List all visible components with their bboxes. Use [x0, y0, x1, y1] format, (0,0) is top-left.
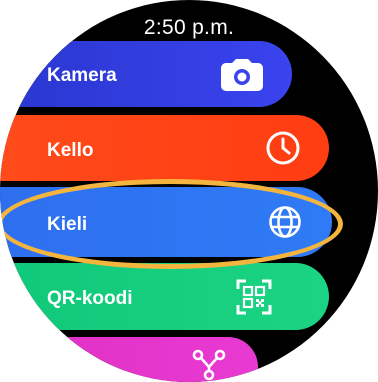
camera-icon [220, 57, 264, 93]
app-label-kello: Kello [47, 140, 94, 161]
app-tile-kieli[interactable]: Kieli [0, 187, 332, 257]
app-label-kieli: Kieli [47, 214, 88, 235]
status-time: 2:50 p.m. [143, 16, 235, 39]
app-tile-share[interactable] [0, 337, 258, 382]
app-label-qr-koodi: QR-koodi [47, 288, 133, 309]
watch-screen: 2:50 p.m. Kamera Kello Kieli QR-koodi [0, 0, 378, 382]
clock-icon [265, 130, 301, 166]
app-label-kamera: Kamera [47, 65, 117, 86]
qr-code-icon [236, 279, 272, 315]
share-icon [192, 349, 226, 382]
globe-icon [268, 205, 302, 239]
app-tile-kamera[interactable]: Kamera [0, 41, 292, 107]
app-tile-qr-koodi[interactable]: QR-koodi [0, 263, 329, 330]
app-tile-kello[interactable]: Kello [0, 115, 329, 181]
